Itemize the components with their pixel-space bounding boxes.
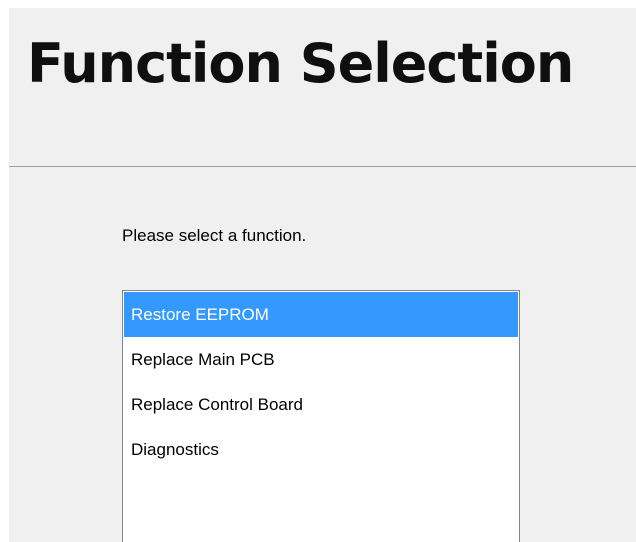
list-item-diagnostics[interactable]: Diagnostics <box>124 427 518 472</box>
instruction-label: Please select a function. <box>122 226 307 245</box>
list-item-replace-control-board[interactable]: Replace Control Board <box>124 382 518 427</box>
wizard-window: Function Selection Please select a funct… <box>0 0 636 542</box>
top-margin <box>0 0 636 8</box>
header-panel: Function Selection <box>9 8 636 166</box>
page-title: Function Selection <box>27 32 574 95</box>
function-listbox[interactable]: Restore EEPROM Replace Main PCB Replace … <box>122 290 520 542</box>
list-item-restore-eeprom[interactable]: Restore EEPROM <box>124 292 518 337</box>
content-panel: Please select a function. Restore EEPROM… <box>9 167 636 542</box>
list-item-replace-main-pcb[interactable]: Replace Main PCB <box>124 337 518 382</box>
left-margin <box>0 0 9 542</box>
